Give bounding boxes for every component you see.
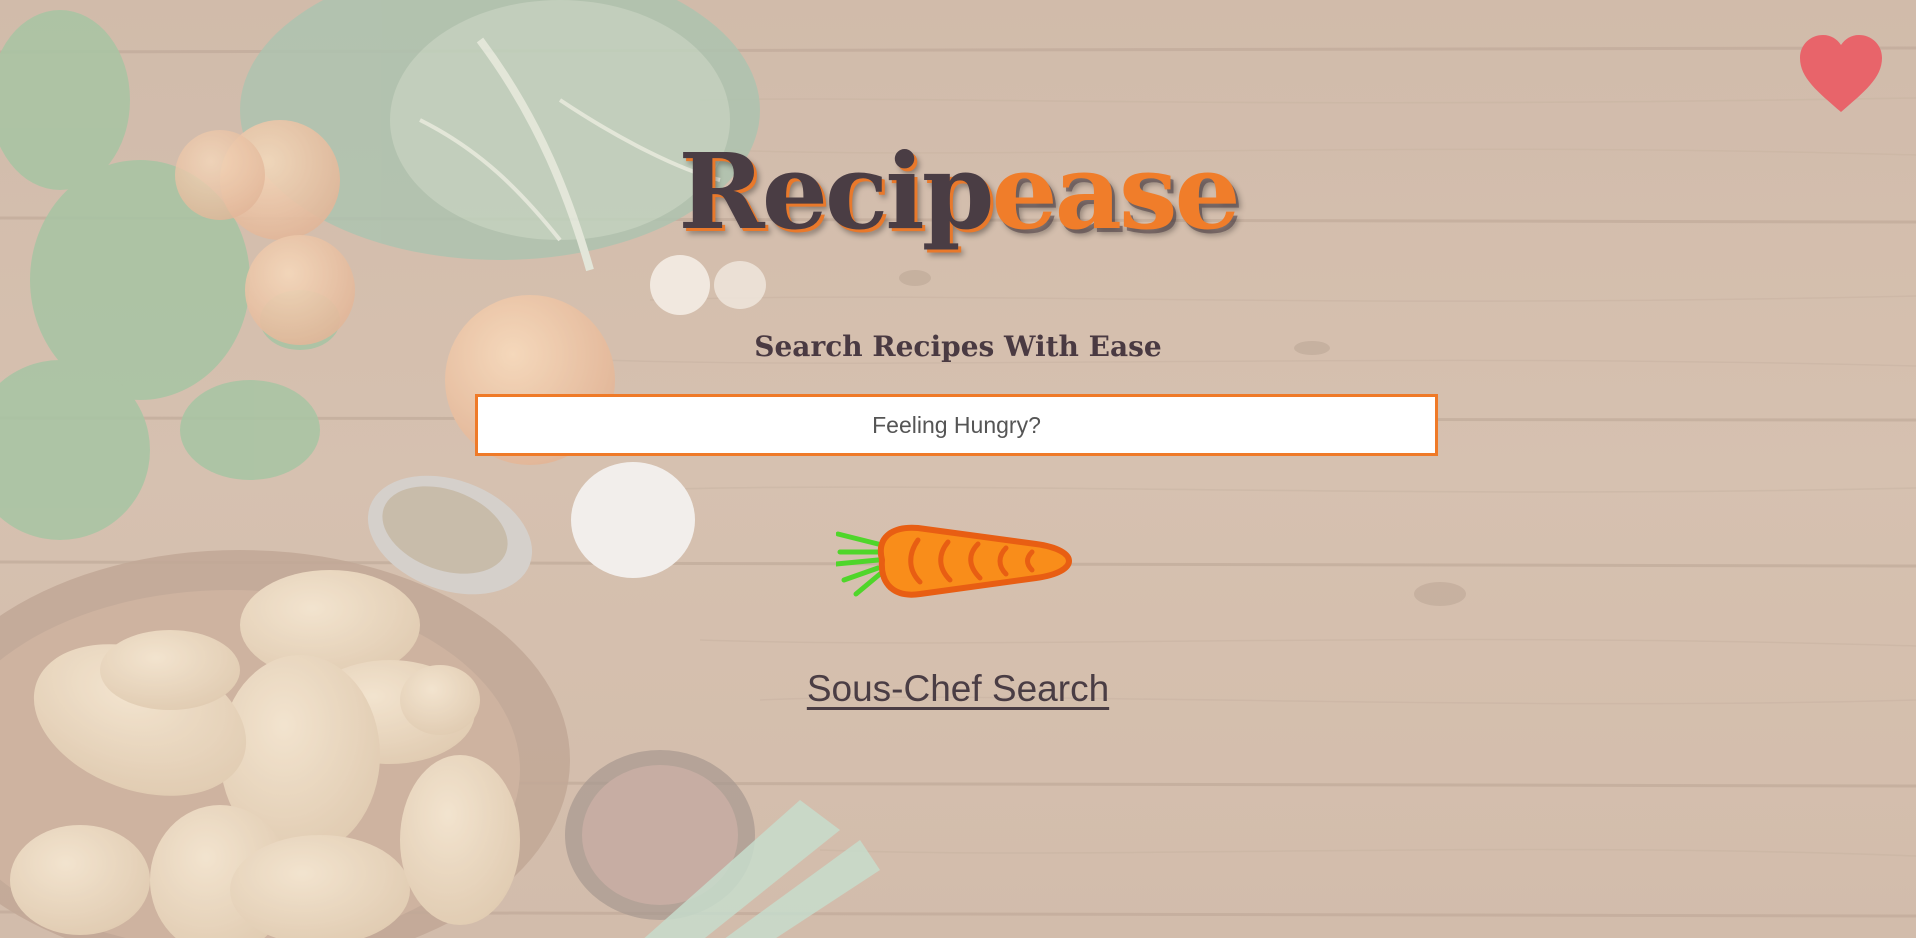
logo-part-1: Recip — [678, 130, 994, 253]
recipe-search-input[interactable] — [475, 394, 1438, 456]
favorites-heart-icon[interactable] — [1798, 34, 1884, 114]
sous-chef-search-link[interactable]: Sous-Chef Search — [0, 668, 1916, 710]
tagline: Search Recipes With Ease — [754, 330, 1162, 363]
logo: Recipease — [0, 140, 1916, 244]
carrot-search-button[interactable] — [833, 522, 1080, 598]
page: Recipease Search Recipes With Ease Feeli… — [0, 0, 1916, 942]
bottom-edge — [0, 938, 1916, 942]
carrot-icon — [833, 524, 1072, 598]
logo-part-2: ease — [991, 130, 1240, 253]
